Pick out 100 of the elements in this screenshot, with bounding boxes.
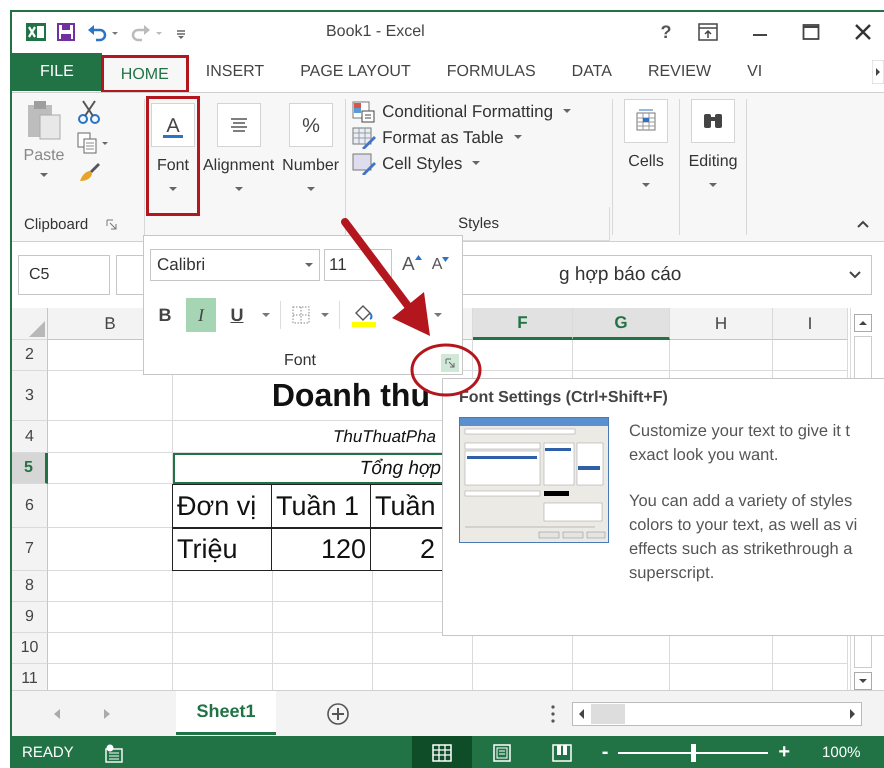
redo-icon[interactable] [130,22,164,42]
next-sheet-icon[interactable] [102,708,112,720]
add-sheet-icon[interactable] [326,702,350,726]
ribbon-button[interactable]: A Font [147,97,199,215]
select-all-icon[interactable] [29,321,45,337]
view-button[interactable] [412,736,472,768]
grid-view-icon [432,744,452,762]
grid-cell[interactable] [173,633,273,664]
zoom-out-button[interactable]: - [602,741,608,764]
window-title: Book1 - Excel [326,23,426,41]
ribbon-tab[interactable]: INSERT [188,55,282,89]
dropdown-icon[interactable] [321,312,329,318]
grow-font-button[interactable]: A [402,254,422,276]
row-header[interactable]: 8 [12,571,48,602]
row-header[interactable]: 9 [12,602,48,633]
grid-cell[interactable] [670,340,773,371]
styles-menu-button[interactable]: Cell Styles [352,153,610,175]
font-style-button[interactable]: U [222,298,252,332]
font-name-field[interactable]: Calibri [150,249,320,281]
ribbon-tab[interactable]: VI [729,55,780,89]
page-view-icon [492,744,512,762]
table-cell: Tuần 1 [271,484,371,528]
shrink-font-button[interactable]: A [432,256,450,274]
grid-cell[interactable] [473,340,573,371]
maximize-icon[interactable] [802,23,820,41]
cut-icon[interactable] [76,99,102,125]
grid-cell[interactable] [573,340,670,371]
ribbon-button[interactable]: Editing [682,93,744,241]
font-size-field[interactable]: 11 [324,249,392,281]
horizontal-scrollbar[interactable] [572,702,862,726]
cell-text: Tổng hợp [360,458,441,480]
dropdown-icon[interactable] [434,312,442,318]
dialog-launcher-icon[interactable] [106,218,118,230]
grid-cell[interactable] [173,571,273,602]
ribbon-tab[interactable]: REVIEW [630,55,730,89]
grid-cell[interactable] [48,633,173,664]
clipboard-icon [26,99,62,141]
ribbon-tab[interactable]: DATA [554,55,630,89]
grid-cell[interactable] [773,340,848,371]
grid-cell[interactable] [48,453,173,484]
dropdown-icon[interactable] [262,312,270,318]
column-header[interactable]: H [670,308,773,340]
ribbon-tab[interactable]: PAGE LAYOUT [282,55,429,89]
grid-cell[interactable] [48,421,173,453]
table-cell: Đơn vị [172,484,272,528]
row-header[interactable]: 6 [12,484,48,528]
previous-sheet-icon[interactable] [52,708,62,720]
borders-icon[interactable] [291,305,311,325]
row-header[interactable]: 10 [12,633,48,664]
expand-icon[interactable] [848,270,862,280]
fill-color-icon[interactable] [350,303,378,327]
group-label: Clipboard [24,216,88,232]
ribbon-tab[interactable]: FILE [12,53,102,91]
ribbon-tab[interactable]: FORMULAS [428,55,554,89]
row-header[interactable]: 2 [12,340,48,371]
table-cell: Triệu [172,528,272,571]
grid-cell[interactable] [48,571,173,602]
ribbon-button[interactable]: % Number [278,97,344,215]
font-style-button[interactable]: I [186,298,216,332]
row-header[interactable]: 7 [12,528,48,571]
conditional-format-icon [352,101,376,123]
collapse-ribbon-icon[interactable] [856,219,870,229]
scroll-right-icon[interactable] [872,60,884,84]
scroll-up-icon[interactable] [854,314,872,332]
zoom-level[interactable]: 100% [822,744,860,761]
status-text: READY [22,744,74,761]
grid-cell[interactable] [273,602,373,633]
undo-icon[interactable] [86,22,120,42]
close-icon[interactable] [854,23,872,41]
grid-cell[interactable] [48,602,173,633]
splitter-icon[interactable] [550,704,556,724]
grid-cell[interactable] [273,571,373,602]
styles-menu-button[interactable]: Format as Table [352,127,610,149]
column-header[interactable]: F [473,308,573,340]
zoom-in-button[interactable]: + [778,741,790,764]
ribbon-button[interactable]: Cells [615,93,678,241]
column-header[interactable]: I [773,308,848,340]
row-header[interactable]: 11 [12,664,48,690]
macro-recording-icon[interactable] [104,742,124,762]
scroll-thumb[interactable] [591,704,625,724]
ribbon-display-icon[interactable] [698,23,718,41]
row-header[interactable]: 4 [12,421,48,453]
name-box[interactable]: C5 [18,255,110,295]
grid-cell[interactable] [273,633,373,664]
column-header[interactable]: G [573,308,670,340]
page-break-icon [552,744,572,762]
help-button[interactable]: ? [656,22,676,42]
caret-up-icon [414,255,422,260]
grid-cell[interactable] [173,602,273,633]
ribbon-button[interactable]: Alignment [199,97,278,215]
row-header[interactable]: 5 [12,453,48,484]
ribbon-tab[interactable]: HOME [102,56,188,92]
row-header[interactable]: 3 [12,371,48,421]
save-icon[interactable] [56,22,76,42]
copy-icon[interactable] [76,131,110,155]
sheet-tab[interactable]: Sheet1 [176,690,276,734]
styles-menu-button[interactable]: Conditional Formatting [352,101,610,123]
dialog-launcher-icon[interactable] [441,354,459,372]
scroll-down-icon[interactable] [854,672,872,690]
zoom-slider-thumb[interactable] [691,744,696,762]
